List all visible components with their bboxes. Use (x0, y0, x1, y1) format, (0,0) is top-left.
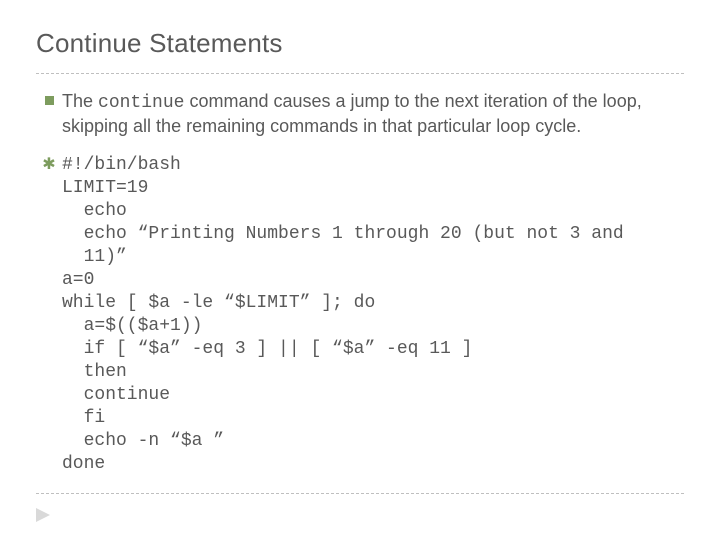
slide: Continue Statements The continue command… (0, 0, 720, 540)
code-content: #!/bin/bash LIMIT=19 echo echo “Printing… (62, 154, 684, 476)
square-bullet-icon (36, 90, 62, 105)
code-line: if [ “$a” -eq 3 ] || [ “$a” -eq 11 ] (62, 339, 472, 359)
code-line: fi (62, 408, 105, 428)
code-line: echo (62, 201, 127, 221)
code-line: echo “Printing Numbers 1 through 20 (but… (62, 224, 624, 244)
divider-bottom (36, 493, 684, 494)
desc-code: continue (98, 93, 184, 113)
code-line: LIMIT=19 (62, 178, 148, 198)
code-line: done (62, 454, 105, 474)
code-line: a=$(($a+1)) (62, 316, 202, 336)
bullet-row-code: ✱ #!/bin/bash LIMIT=19 echo echo “Printi… (36, 154, 684, 476)
footer-arrow-icon (36, 508, 54, 522)
desc-pre: The (62, 91, 98, 111)
code-block: #!/bin/bash LIMIT=19 echo echo “Printing… (62, 154, 684, 476)
code-line: #!/bin/bash (62, 155, 181, 175)
bullet-row-description: The continue command causes a jump to th… (36, 90, 684, 138)
code-line: while [ $a -le “$LIMIT” ]; do (62, 293, 375, 313)
code-line: 11)” (62, 247, 127, 267)
code-line: echo -n “$a ” (62, 431, 224, 451)
divider-top (36, 73, 684, 74)
code-line: then (62, 362, 127, 382)
code-line: a=0 (62, 270, 94, 290)
asterisk-bullet-icon: ✱ (36, 154, 62, 173)
slide-title: Continue Statements (36, 28, 684, 59)
description-text: The continue command causes a jump to th… (62, 90, 684, 138)
code-line: continue (62, 385, 170, 405)
